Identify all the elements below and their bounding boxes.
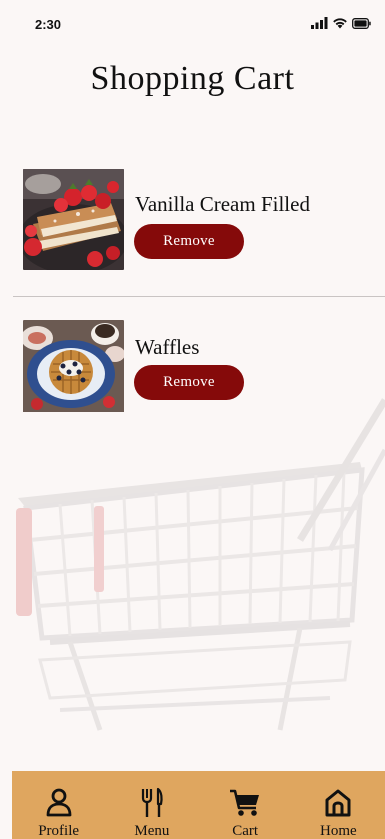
wifi-icon [332, 16, 348, 34]
item-name: Waffles [135, 335, 200, 359]
bottom-nav: Profile Menu Cart Home [12, 771, 385, 839]
status-time: 2:30 [35, 17, 62, 32]
profile-icon [42, 786, 76, 820]
home-icon [321, 786, 355, 820]
nav-label: Home [320, 823, 357, 839]
nav-item-home[interactable]: Home [292, 771, 385, 839]
battery-icon [352, 16, 371, 34]
status-bar: 2:30 [0, 0, 385, 44]
fork-knife-icon [135, 786, 169, 820]
nav-label: Menu [134, 823, 170, 839]
waffles-blueberries-image [23, 320, 124, 421]
item-name: Vanilla Cream Filled [135, 192, 310, 216]
background-cart-illustration [16, 398, 385, 731]
nav-item-profile[interactable]: Profile [12, 771, 105, 839]
page-title: Shopping Cart [90, 60, 295, 97]
nav-item-cart[interactable]: Cart [199, 771, 292, 839]
item-divider [13, 296, 385, 297]
cart-item: Waffles Remove [0, 319, 385, 429]
cart-item: Vanilla Cream Filled Remove [0, 168, 385, 278]
cart-icon [228, 786, 262, 820]
nav-label: Cart [232, 823, 259, 839]
remove-button[interactable]: Remove [134, 224, 244, 259]
remove-button[interactable]: Remove [134, 365, 244, 400]
nav-item-menu[interactable]: Menu [105, 771, 198, 839]
status-icons [311, 16, 371, 34]
signal-icon [311, 16, 328, 34]
nav-label: Profile [38, 823, 80, 839]
french-toast-strawberries-image [23, 169, 124, 270]
app-screen: 2:30 Shopping Cart Vanilla Cream Filled … [0, 0, 385, 839]
